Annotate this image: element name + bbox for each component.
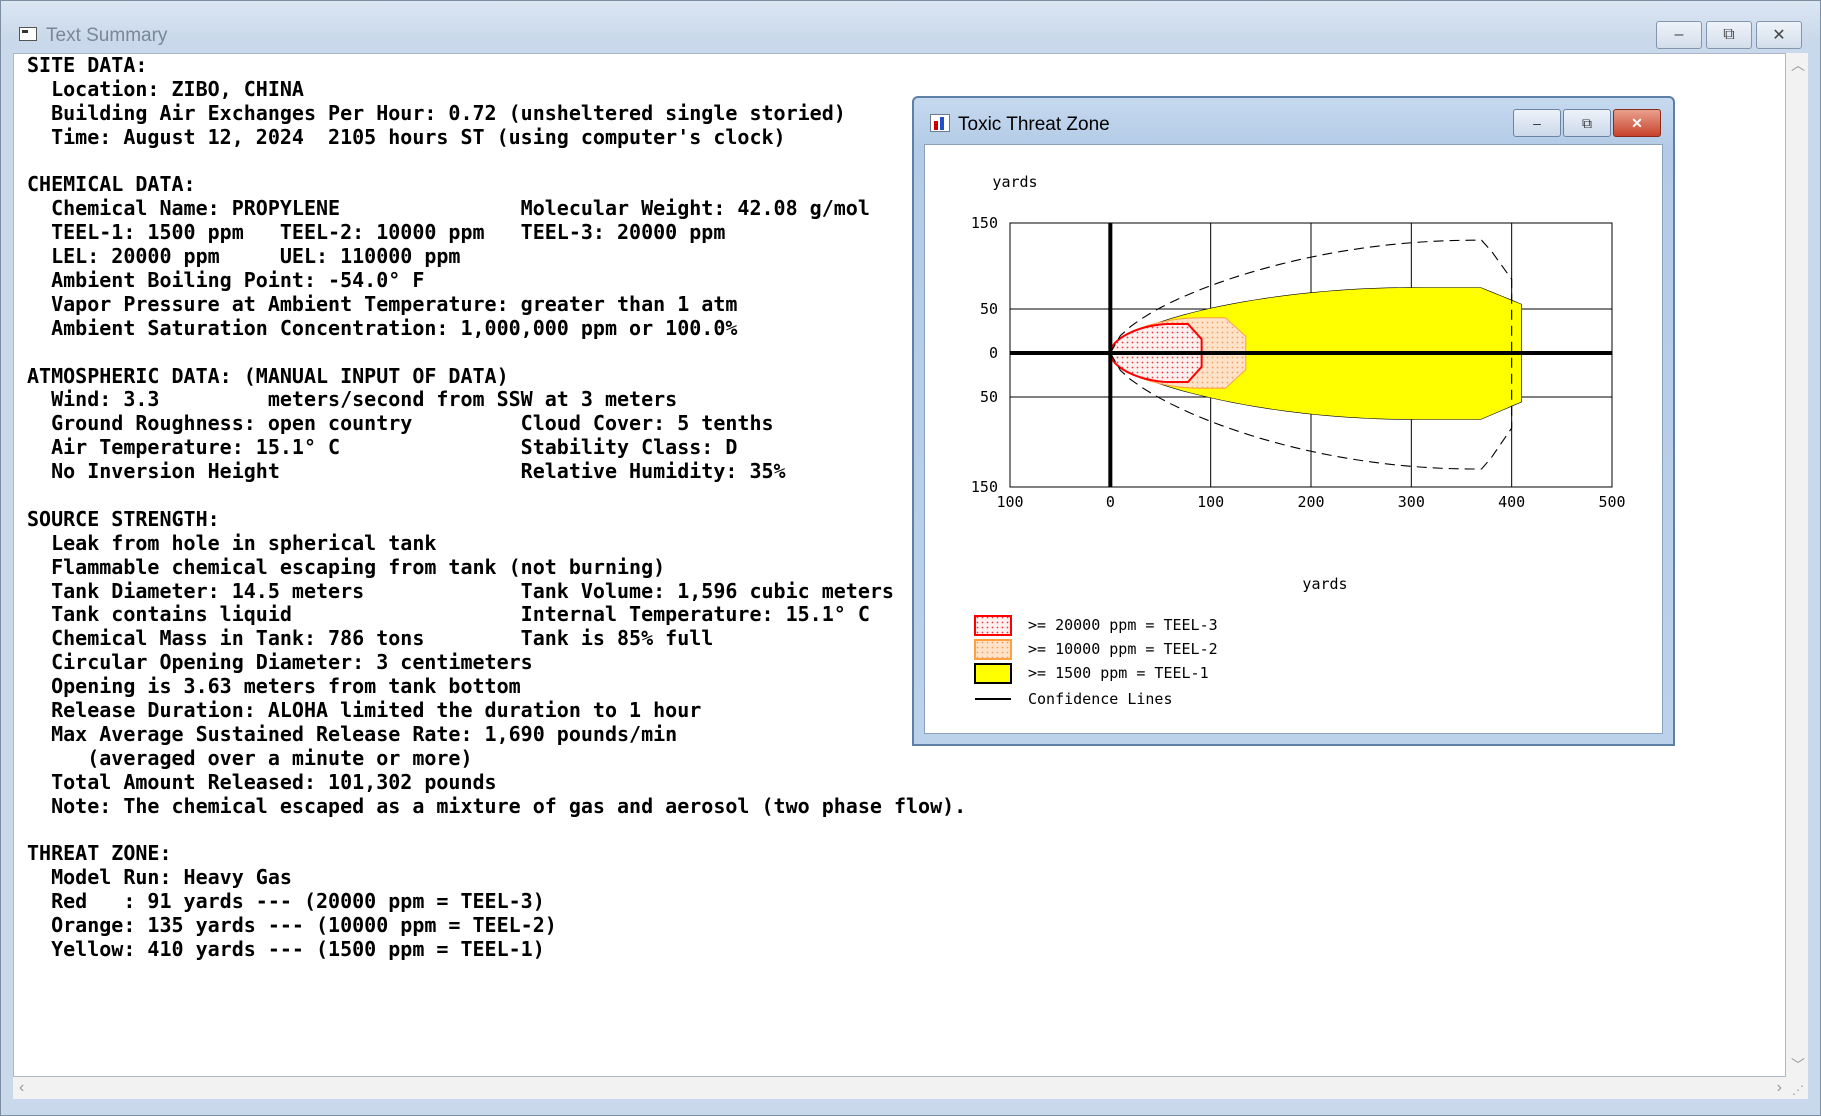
legend-label: >= 20000 ppm = TEEL-3 <box>1028 616 1218 634</box>
maximize-button[interactable]: ⧉ <box>1706 21 1752 49</box>
x-tick-label: 300 <box>1398 493 1425 511</box>
x-tick-label: 400 <box>1498 493 1525 511</box>
threat-zone-chart: 100 0 100 200 300 400 50015050050150yardsyards… <box>971 173 1626 708</box>
report-line: (averaged over a minute or more) <box>27 745 473 770</box>
x-tick-label: 500 <box>1598 493 1625 511</box>
report-line: Note: The chemical escaped as a mixture … <box>27 793 967 818</box>
legend-label: >= 1500 ppm = TEEL-1 <box>1028 664 1209 682</box>
report-line: THREAT ZONE: <box>27 841 172 866</box>
report-line: Model Run: Heavy Gas <box>27 865 292 890</box>
window-title: Text Summary <box>46 25 168 46</box>
report-line <box>27 819 1785 843</box>
chart-window-icon <box>930 114 950 132</box>
scroll-up-icon[interactable]: ︿ <box>1791 55 1805 75</box>
report-line: Yellow: 410 yards --- (1500 ppm = TEEL-1… <box>27 936 545 961</box>
chart-maximize-button[interactable]: ⧉ <box>1563 109 1611 137</box>
y-tick-label: 0 <box>989 344 998 362</box>
legend-swatch <box>974 663 1012 684</box>
legend-label: >= 10000 ppm = TEEL-2 <box>1028 640 1218 658</box>
y-tick-label: 150 <box>971 478 998 496</box>
toxic-threat-zone-window[interactable]: Toxic Threat Zone – ⧉ ✕ 100 0 100 200 30… <box>912 96 1675 746</box>
chart-window-title: Toxic Threat Zone <box>958 114 1110 135</box>
scroll-left-icon[interactable]: ‹ <box>19 1079 24 1097</box>
resize-grip-icon[interactable]: ⋰ <box>1792 1083 1804 1097</box>
x-tick-label: 100 <box>1197 493 1224 511</box>
vertical-scrollbar[interactable]: ︿ ﹀ <box>1786 53 1808 1077</box>
report-line: Red : 91 yards --- (20000 ppm = TEEL-3) <box>27 889 545 914</box>
close-button[interactable]: ✕ <box>1756 21 1802 49</box>
scroll-right-icon[interactable]: › <box>1777 1079 1782 1097</box>
minimize-button[interactable]: – <box>1656 21 1702 49</box>
x-tick-label: 200 <box>1297 493 1324 511</box>
horizontal-scrollbar[interactable]: ‹ › ⋰ <box>13 1077 1808 1099</box>
legend-swatch <box>974 639 1012 660</box>
report-line: Orange: 135 yards --- (10000 ppm = TEEL-… <box>27 913 557 938</box>
report-line: Total Amount Released: 101,302 pounds <box>27 769 497 794</box>
x-axis-label: yards <box>1302 575 1347 593</box>
report-line: SITE DATA: <box>27 53 148 77</box>
chart-area: 100 0 100 200 300 400 500 150 50 0 50 150 yards yards… <box>924 144 1663 734</box>
title-bar[interactable]: Text Summary – ⧉ ✕ <box>1 1 1820 53</box>
legend-swatch <box>974 615 1012 636</box>
y-tick-label: 50 <box>980 300 998 318</box>
y-axis-label: yards <box>992 173 1037 191</box>
text-summary-window: Text Summary – ⧉ ✕ SITE DATA: Location: … <box>0 0 1821 1116</box>
x-tick-label: 100 <box>996 493 1023 511</box>
y-tick-label: 50 <box>980 388 998 406</box>
scroll-down-icon[interactable]: ﹀ <box>1791 1055 1805 1075</box>
y-tick-label: 150 <box>971 214 998 232</box>
app-icon <box>19 27 37 41</box>
chart-close-button[interactable]: ✕ <box>1613 109 1661 137</box>
chart-minimize-button[interactable]: – <box>1513 109 1561 137</box>
legend-label: Confidence Lines <box>1028 690 1173 708</box>
x-tick-label: 0 <box>1106 493 1115 511</box>
